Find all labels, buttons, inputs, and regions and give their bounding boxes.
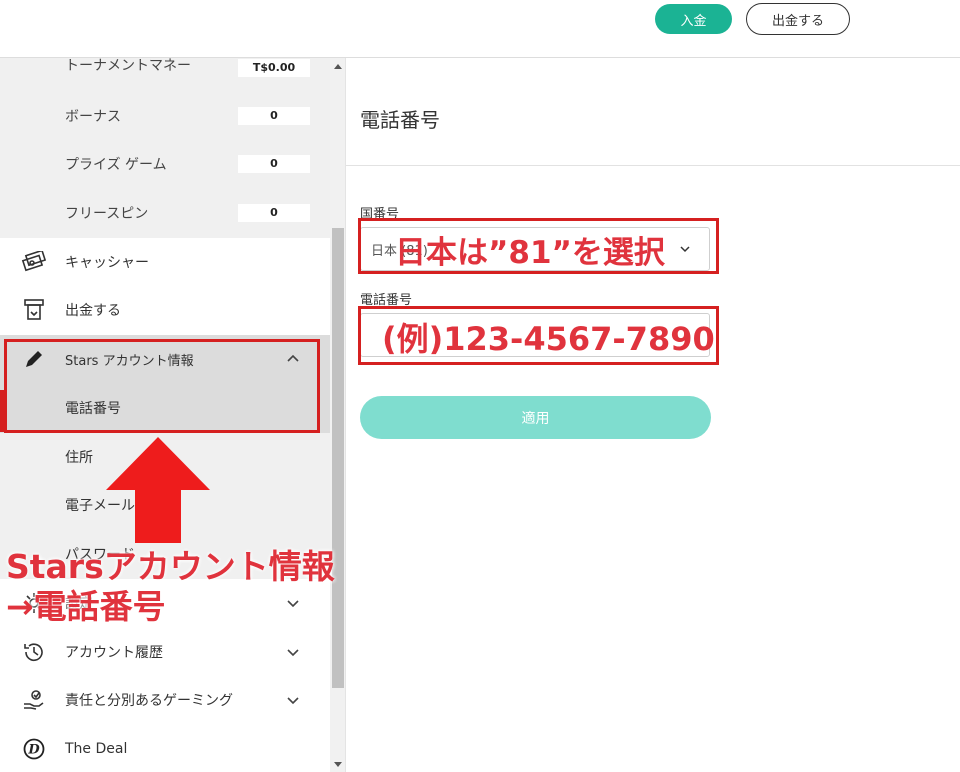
chevron-down-icon[interactable] <box>285 692 301 708</box>
chevron-down-icon[interactable] <box>285 644 301 660</box>
balance-label: ボーナス <box>65 109 121 125</box>
sidebar-item-label: 出金する <box>65 303 121 319</box>
annotation-country-note: 日本は”81”を選択 <box>395 235 665 271</box>
sidebar-item-account-history[interactable]: アカウント履歴 <box>0 628 330 676</box>
cash-icon <box>20 248 48 276</box>
apply-button[interactable]: 適用 <box>360 396 711 439</box>
balance-label: フリースピン <box>65 206 149 222</box>
balance-label: トーナメントマネー <box>65 58 191 74</box>
balance-value: T$0.00 <box>238 59 310 77</box>
sidebar-item-responsible-gaming[interactable]: 責任と分別あるゲーミング <box>0 676 330 724</box>
the-deal-icon: D <box>20 735 48 763</box>
top-bar: 入金 出金する <box>0 0 960 58</box>
sidebar-item-label: 責任と分別あるゲーミング <box>65 693 233 709</box>
withdraw-icon <box>20 296 48 324</box>
balance-row-free-spin: フリースピン 0 <box>0 189 330 237</box>
sidebar-item-label: アカウント履歴 <box>65 645 163 661</box>
main-panel: 電話番号 国番号 日本 (81) 電話番号 適用 <box>346 58 960 772</box>
responsible-gaming-icon <box>20 686 48 714</box>
balance-row-bonus: ボーナス 0 <box>0 92 330 140</box>
page-title: 電話番号 <box>360 108 440 132</box>
scroll-up-arrow[interactable] <box>334 64 342 69</box>
balance-label: プライズ ゲーム <box>65 157 167 173</box>
balance-value: 0 <box>238 204 310 222</box>
scroll-down-arrow[interactable] <box>334 762 342 767</box>
balance-value: 0 <box>238 107 310 125</box>
sidebar-item-cashier[interactable]: キャッシャー <box>0 238 330 286</box>
annotation-phone-example: (例)123-4567-7890 <box>382 320 715 358</box>
balance-row-prize-game: プライズ ゲーム 0 <box>0 140 330 188</box>
balance-value: 0 <box>238 155 310 173</box>
deposit-button[interactable]: 入金 <box>655 4 732 34</box>
svg-text:D: D <box>27 743 40 758</box>
history-icon <box>20 638 48 666</box>
scroll-thumb[interactable] <box>332 228 344 688</box>
annotation-up-arrow-icon <box>106 437 210 543</box>
annotation-accent-bar <box>0 390 4 432</box>
sidebar-item-withdraw[interactable]: 出金する <box>0 286 330 334</box>
annotation-highlight-nav <box>4 339 320 433</box>
annotation-nav-hint-2: →電話番号 <box>6 587 166 626</box>
sidebar-item-the-deal[interactable]: D The Deal <box>0 725 330 772</box>
sidebar-item-label: キャッシャー <box>65 255 149 271</box>
withdraw-button[interactable]: 出金する <box>746 3 850 35</box>
chevron-down-icon[interactable] <box>285 595 301 611</box>
sidebar-item-label: 住所 <box>65 450 93 466</box>
sidebar-item-label: The Deal <box>65 741 128 757</box>
balance-panel: トーナメントマネー T$0.00 ボーナス 0 プライズ ゲーム 0 フリースピ… <box>0 58 330 238</box>
balance-row-tournament: トーナメントマネー T$0.00 <box>0 58 330 91</box>
divider <box>346 165 960 166</box>
sidebar-scrollbar[interactable] <box>330 58 345 772</box>
